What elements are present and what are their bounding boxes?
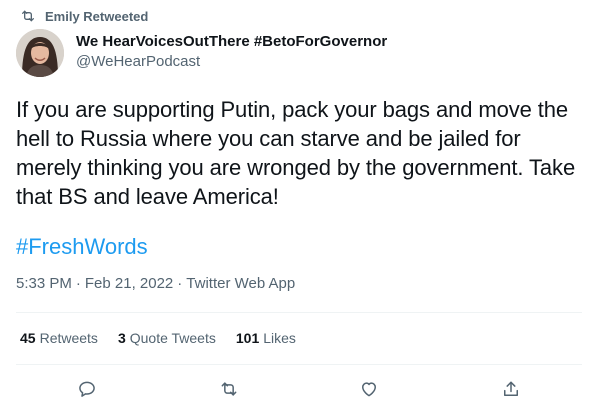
retweet-banner-text: Emily Retweeted	[45, 8, 149, 24]
reply-icon	[79, 381, 95, 397]
tweet-actions	[0, 376, 598, 402]
quote-tweets-stat[interactable]: 3 Quote Tweets	[118, 330, 216, 346]
avatar-image	[16, 29, 64, 77]
tweet-stats: 45 Retweets 3 Quote Tweets 101 Likes	[20, 330, 296, 346]
divider	[16, 364, 582, 365]
avatar[interactable]	[16, 29, 64, 77]
tweet-text: If you are supporting Putin, pack your b…	[16, 97, 576, 209]
retweets-stat[interactable]: 45 Retweets	[20, 330, 98, 346]
hashtag-link[interactable]: #FreshWords	[16, 232, 148, 261]
likes-label: Likes	[263, 330, 296, 346]
meta-separator: ·	[75, 275, 81, 292]
reply-button[interactable]	[74, 376, 100, 402]
quote-tweets-count: 3	[117, 330, 126, 346]
tweet-meta: 5:33 PM · Feb 21, 2022 · Twitter Web App	[16, 275, 295, 292]
divider	[16, 312, 582, 313]
retweet-icon	[221, 382, 237, 396]
quote-tweets-label: Quote Tweets	[129, 330, 216, 346]
retweets-label: Retweets	[39, 330, 98, 346]
likes-stat[interactable]: 101 Likes	[236, 330, 296, 346]
retweet-banner[interactable]: Emily Retweeted	[20, 7, 148, 25]
likes-count: 101	[235, 330, 260, 346]
retweet-button[interactable]	[216, 376, 242, 402]
tweet-date[interactable]: Feb 21, 2022	[85, 275, 173, 292]
like-button[interactable]	[356, 376, 382, 402]
handle[interactable]: @WeHearPodcast	[76, 53, 387, 71]
retweets-count: 45	[20, 330, 36, 346]
tweet-client[interactable]: Twitter Web App	[186, 275, 295, 292]
meta-separator: ·	[177, 275, 183, 292]
tweet-time[interactable]: 5:33 PM	[16, 275, 72, 292]
display-name[interactable]: We HearVoicesOutThere #BetoForGovernor	[76, 33, 387, 51]
like-icon	[362, 382, 376, 397]
tweet-author[interactable]: We HearVoicesOutThere #BetoForGovernor @…	[76, 33, 387, 71]
share-icon	[504, 381, 518, 396]
retweet-icon	[22, 10, 34, 22]
share-button[interactable]	[498, 376, 524, 402]
